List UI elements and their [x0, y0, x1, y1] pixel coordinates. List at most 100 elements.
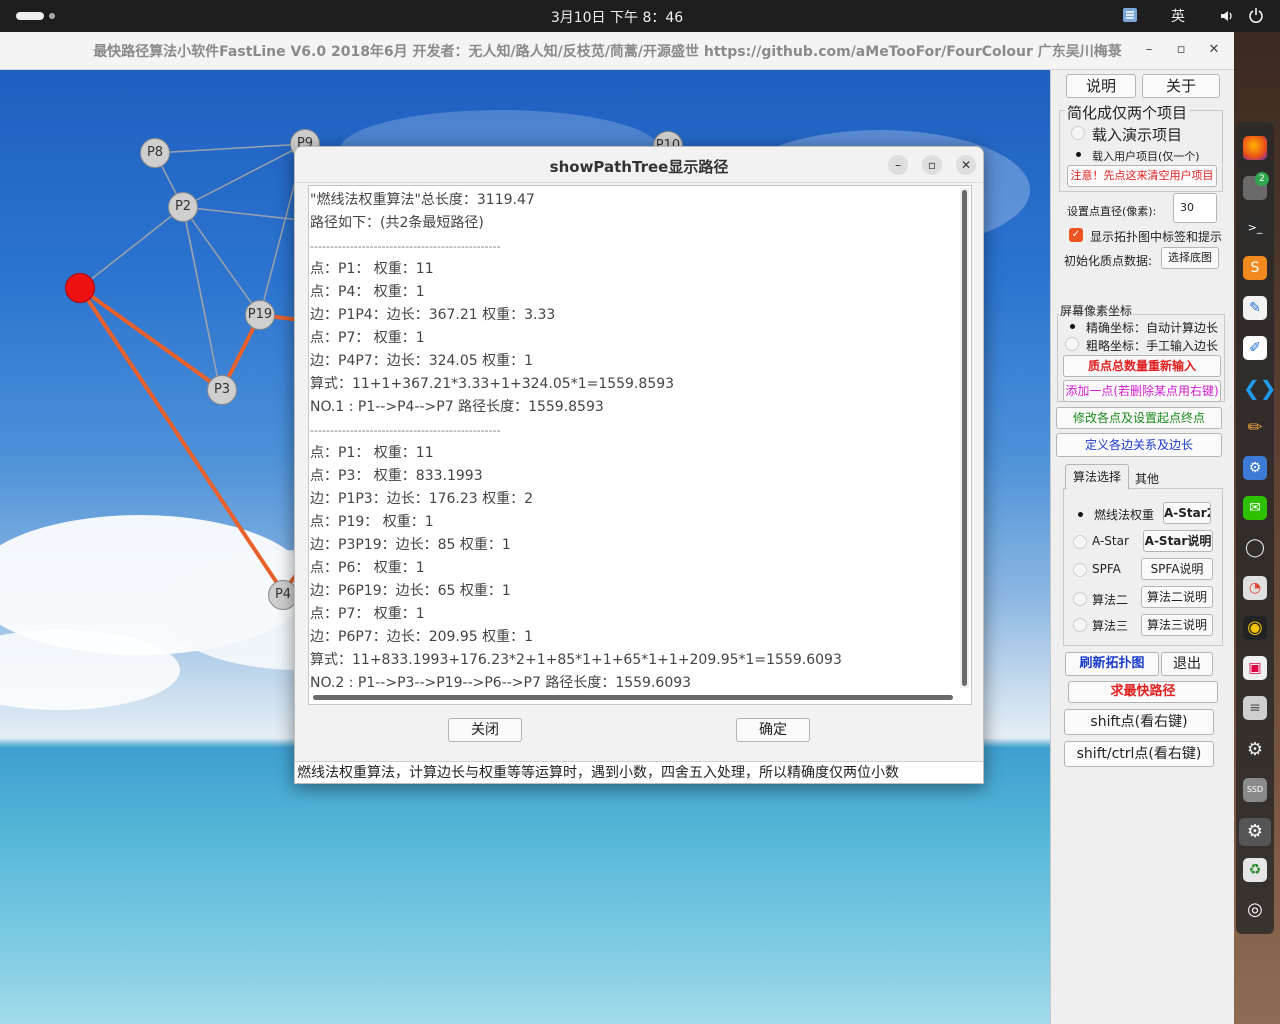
system-top-bar: 3月10日 下午 8：46 英: [0, 0, 1280, 32]
sublime-icon[interactable]: S: [1243, 256, 1267, 280]
power-icon[interactable]: [1248, 7, 1264, 27]
modify-points-button[interactable]: 修改各点及设置起点终点: [1056, 407, 1222, 429]
software-icon[interactable]: ▣: [1243, 656, 1267, 680]
notes-icon[interactable]: ✐: [1243, 336, 1267, 360]
input-method-indicator[interactable]: 英: [1171, 6, 1185, 26]
dialog-close-icon[interactable]: ✕: [956, 155, 976, 175]
tab-algorithm[interactable]: 算法选择: [1065, 464, 1129, 490]
rough-coord-radio[interactable]: [1065, 337, 1079, 351]
graph-node[interactable]: P19: [245, 300, 275, 330]
horizontal-scrollbar[interactable]: [311, 692, 959, 702]
music-icon[interactable]: ◉: [1243, 616, 1267, 640]
ubuntu-icon[interactable]: ◎: [1243, 898, 1267, 922]
reinput-count-button[interactable]: 质点总数量重新输入: [1063, 355, 1221, 377]
dock: [1236, 122, 1274, 934]
tab-other[interactable]: 其他: [1135, 470, 1159, 487]
path-text-line: NO.1 : P1-->P4-->P7 路径长度：1559.8593: [310, 399, 604, 415]
algo-radio[interactable]: [1073, 563, 1087, 577]
settings-icon[interactable]: ⚙: [1239, 818, 1271, 846]
vertical-scrollbar[interactable]: [960, 188, 969, 688]
algo-info-button[interactable]: 算法三说明: [1141, 614, 1213, 636]
graph-node[interactable]: P8: [140, 138, 170, 168]
algo-radio[interactable]: [1073, 618, 1087, 632]
vscode-icon[interactable]: ❮❯: [1243, 376, 1277, 400]
paint-icon[interactable]: ✏: [1243, 416, 1267, 440]
wechat-icon[interactable]: ✉: [1243, 496, 1267, 520]
graph-node-start[interactable]: [65, 273, 95, 303]
firefox-icon[interactable]: [1243, 136, 1267, 160]
dialog-maximize-button[interactable]: ▫: [922, 155, 942, 175]
network-icon[interactable]: [1122, 7, 1138, 27]
settings-gear-icon[interactable]: ⚙: [1243, 456, 1267, 480]
app-title-bar[interactable]: 最快路径算法小软件FastLine V6.0 2018年6月 开发者：无人知/路…: [0, 32, 1234, 70]
algo-info-button[interactable]: 算法二说明: [1141, 586, 1213, 608]
simplify-group-label: 简化成仅两个项目: [1065, 102, 1190, 123]
about-button[interactable]: 关于: [1142, 74, 1220, 98]
graph-edge: [154, 143, 306, 154]
shift-ctrl-point-button[interactable]: shift/ctrl点(看右键): [1064, 741, 1214, 767]
path-text-line: 边：P4P7：边长：324.05 权重：1: [310, 353, 534, 369]
add-point-button[interactable]: 添加一点(若删除某点用右键): [1063, 380, 1221, 402]
path-text-area[interactable]: "燃线法权重算法"总长度：3119.47 路径如下：(共2条最短路径) ----…: [308, 185, 972, 705]
path-text-line: 边：P1P3：边长：176.23 权重：2: [310, 491, 534, 507]
vertical-scroll-thumb[interactable]: [962, 190, 967, 686]
terminal-icon[interactable]: >_: [1243, 216, 1267, 240]
path-text-line: 边：P1P4：边长：367.21 权重：3.33: [310, 307, 556, 323]
path-text-line: 边：P6P19：边长：65 权重：1: [310, 583, 511, 599]
close-button[interactable]: ✕: [1204, 40, 1224, 60]
maximize-button[interactable]: ▫: [1171, 40, 1191, 60]
find-fastest-path-button[interactable]: 求最快路径: [1068, 681, 1218, 703]
algo-info-button[interactable]: A-Star2: [1163, 502, 1211, 524]
exit-button[interactable]: 退出: [1161, 652, 1213, 676]
clear-user-project-button[interactable]: 注意！先点这来清空用户项目: [1067, 165, 1217, 187]
algo-label: 燃线法权重: [1094, 508, 1155, 522]
diameter-input[interactable]: 30: [1173, 193, 1217, 223]
path-edge-p1-p3: [78, 286, 224, 392]
files-icon[interactable]: 2: [1243, 172, 1269, 200]
dialog-ok-button[interactable]: 确定: [736, 718, 810, 742]
algo-info-button[interactable]: A-Star说明: [1143, 530, 1213, 552]
trash-icon[interactable]: ♻: [1243, 858, 1267, 882]
dialog-minimize-button[interactable]: –: [888, 155, 908, 175]
graph-node[interactable]: P2: [168, 192, 198, 222]
horizontal-scroll-thumb[interactable]: [313, 695, 953, 700]
ssd-icon[interactable]: SSD: [1243, 778, 1267, 802]
help-button[interactable]: 说明: [1066, 74, 1136, 98]
algo-info-button[interactable]: SPFA说明: [1141, 558, 1213, 580]
show-labels-checkbox[interactable]: ✓: [1069, 228, 1083, 242]
volume-icon[interactable]: [1219, 8, 1235, 28]
minimize-button[interactable]: –: [1139, 40, 1159, 60]
dialog-close-button[interactable]: 关闭: [448, 718, 522, 742]
load-demo-radio[interactable]: [1071, 126, 1085, 140]
load-demo-label: 载入演示项目: [1092, 126, 1183, 144]
shift-point-button[interactable]: shift点(看右键): [1064, 709, 1214, 735]
database-icon[interactable]: ≡: [1243, 696, 1267, 720]
dialog-title: showPathTree显示路径: [549, 158, 729, 176]
system-settings-icon[interactable]: ⚙: [1243, 738, 1267, 762]
choose-background-button[interactable]: 选择底图: [1161, 247, 1219, 269]
path-text-line: 算式：11+833.1993+176.23*2+1+85*1+1+65*1+1+…: [310, 652, 842, 668]
files-badge: 2: [1255, 172, 1269, 186]
path-separator: ----------------------------------------…: [310, 240, 501, 253]
algo-radio[interactable]: [1073, 592, 1087, 606]
algo-label: A-Star: [1092, 534, 1129, 548]
graph-node[interactable]: P3: [207, 375, 237, 405]
define-edges-button[interactable]: 定义各边关系及边长: [1056, 433, 1222, 457]
algo-radio[interactable]: [1073, 507, 1087, 521]
dialog-title-bar[interactable]: showPathTree显示路径 – ▫ ✕: [295, 147, 983, 183]
path-text-lines: "燃线法权重算法"总长度：3119.47 路径如下：(共2条最短路径) ----…: [309, 189, 959, 695]
chat-icon[interactable]: ◯: [1243, 536, 1267, 560]
algo-radio[interactable]: [1073, 535, 1087, 549]
text-editor-icon[interactable]: ✎: [1243, 296, 1267, 320]
rough-coord-label: 粗略坐标：手工输入边长: [1086, 339, 1219, 353]
disk-usage-icon[interactable]: ◔: [1243, 576, 1267, 600]
path-text-line: 算式：11+1+367.21*3.33+1+324.05*1=1559.8593: [310, 376, 675, 392]
clock[interactable]: 3月10日 下午 8：46: [0, 7, 1234, 27]
path-text-line: 点：P3： 权重：833.1993: [310, 468, 483, 484]
path-text-line: 点：P7： 权重：1: [310, 606, 425, 622]
path-text-line: 点：P1： 权重：11: [310, 261, 434, 277]
refresh-topology-button[interactable]: 刷新拓扑图: [1065, 652, 1159, 676]
load-user-radio[interactable]: [1071, 147, 1085, 161]
precise-coord-radio[interactable]: [1065, 319, 1079, 333]
path-text-line: 路径如下：(共2条最短路径): [310, 215, 484, 231]
